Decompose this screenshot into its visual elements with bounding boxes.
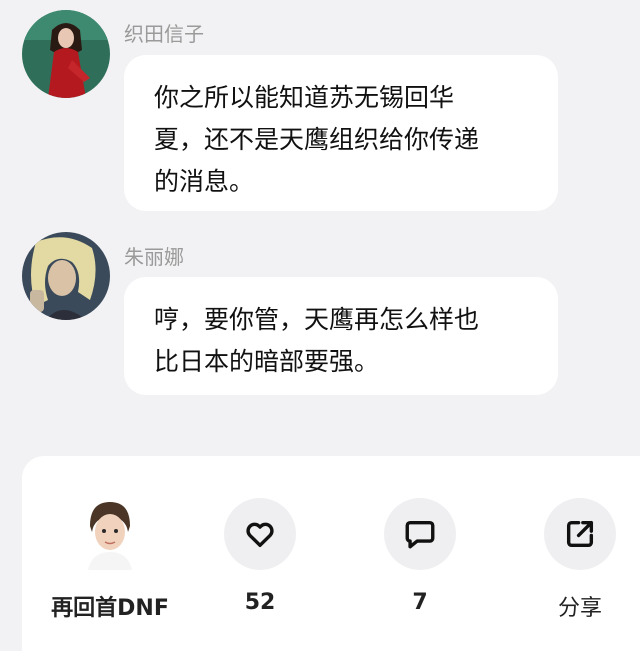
sender-name: 织田信子 xyxy=(124,22,204,46)
author-name[interactable]: 再回首DNF xyxy=(50,590,170,622)
comment-icon xyxy=(405,520,435,549)
message-line: 的消息。 xyxy=(154,167,255,196)
message-line: 比日本的暗部要强。 xyxy=(154,347,380,376)
like-button[interactable]: 52 xyxy=(205,498,315,615)
sender-name: 朱丽娜 xyxy=(124,245,184,269)
message-line: 你之所以能知道苏无锡回华 xyxy=(154,83,455,112)
share-label: 分享 xyxy=(557,596,602,621)
share-button[interactable]: 分享 xyxy=(525,498,635,622)
message-line: 哼，要你管，天鹰再怎么样也 xyxy=(154,305,480,334)
avatar[interactable] xyxy=(22,10,110,98)
like-button-circle[interactable] xyxy=(224,498,296,570)
message-line: 夏，还不是天鹰组织给你传递 xyxy=(154,125,480,154)
comment-button-circle[interactable] xyxy=(384,498,456,570)
heart-icon xyxy=(246,522,274,548)
message-bubble: 哼，要你管，天鹰再怎么样也 比日本的暗部要强。 xyxy=(124,277,558,395)
share-button-circle[interactable] xyxy=(544,498,616,570)
share-icon xyxy=(566,520,594,548)
avatar[interactable] xyxy=(22,232,110,320)
comment-button[interactable]: 7 xyxy=(365,498,475,615)
message-bubble: 你之所以能知道苏无锡回华 夏，还不是天鹰组织给你传递 的消息。 xyxy=(124,55,558,211)
like-count: 52 xyxy=(244,590,276,615)
author-profile[interactable]: 再回首DNF xyxy=(50,498,170,622)
action-bar: 再回首DNF 52 7 分享 xyxy=(22,456,640,651)
comment-count: 7 xyxy=(412,590,428,615)
author-avatar[interactable] xyxy=(74,498,146,570)
